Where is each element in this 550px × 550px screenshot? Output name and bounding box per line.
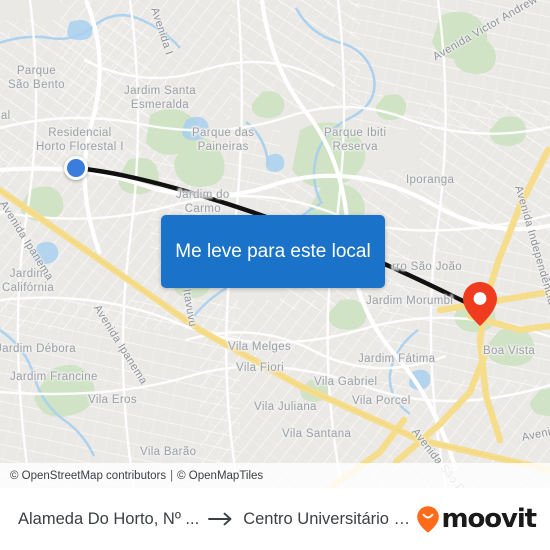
route-origin-text: Alameda Do Horto, Nº ...: [18, 509, 200, 528]
attribution-osm[interactable]: © OpenStreetMap contributors: [10, 470, 166, 482]
moovit-pin-icon: [417, 506, 440, 533]
moovit-logo[interactable]: moovit: [416, 504, 537, 534]
route-summary[interactable]: Alameda Do Horto, Nº ... Centro Universi…: [18, 510, 416, 529]
attribution-separator: |: [170, 469, 174, 482]
footer-bar: Alameda Do Horto, Nº ... Centro Universi…: [0, 488, 550, 550]
take-me-there-callout[interactable]: Me leve para este local: [161, 215, 385, 288]
map-canvas[interactable]: Parque São Bento Jardim Santa Esmeralda …: [0, 0, 550, 488]
map-pin-icon: [463, 282, 497, 326]
arrow-right-icon: [208, 512, 232, 526]
moovit-wordmark: moovit: [441, 504, 537, 534]
map-attribution: © OpenStreetMap contributors | © OpenMap…: [0, 463, 550, 488]
attribution-openmaptiles[interactable]: © OpenMapTiles: [177, 470, 263, 482]
moovit-map-page: Parque São Bento Jardim Santa Esmeralda …: [0, 0, 550, 550]
destination-marker[interactable]: [462, 281, 498, 327]
callout-label: Me leve para este local: [175, 241, 371, 262]
origin-marker[interactable]: [64, 156, 88, 180]
route-destination-text: Centro Universitário Fac...: [243, 509, 417, 528]
